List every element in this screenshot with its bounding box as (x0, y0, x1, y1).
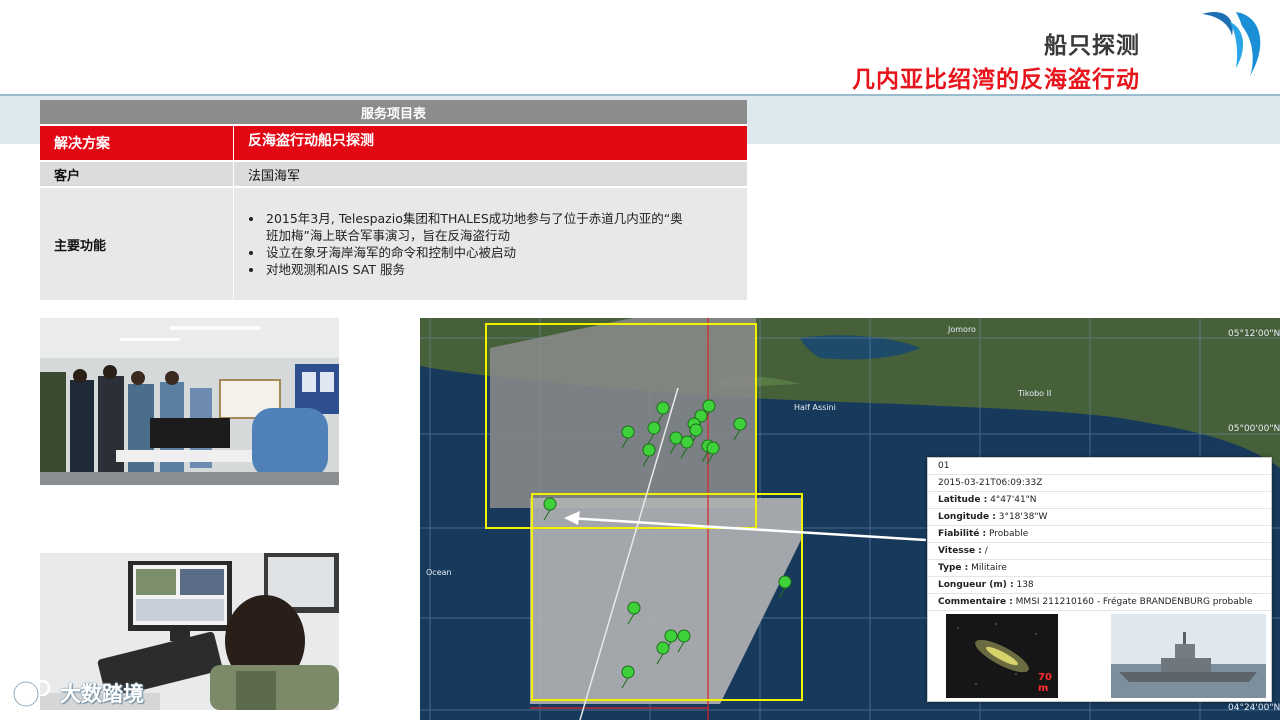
radar-image: 70 m (946, 614, 1058, 698)
watermark-text: 大数踏境 (60, 682, 144, 706)
frigate-photo (1111, 614, 1266, 698)
command-center-photo (40, 318, 339, 485)
table-row-solution: 解决方案 反海盗行动船只探测 (40, 126, 747, 162)
vessel-id: 01 (928, 458, 1271, 475)
list-item: 2015年3月, Telespazio集团和THALES成功地参与了位于赤道几内… (264, 210, 683, 244)
row-value: 反海盗行动船只探测 (248, 133, 374, 149)
row-label: 主要功能 (40, 188, 234, 300)
service-table: 服务项目表 解决方案 反海盗行动船只探测 客户 法国海军 主要功能 2015年3… (40, 100, 747, 302)
vessel-longitude: Longitude : 3°18'38"W (928, 509, 1271, 526)
lat-label-top: 05°12'00"N (1228, 329, 1280, 339)
list-item: 设立在象牙海岸海军的命令和控制中心被启动 (264, 244, 683, 261)
place-label-ocean: Ocean (426, 568, 452, 577)
function-list: 2015年3月, Telespazio集团和THALES成功地参与了位于赤道几内… (248, 210, 683, 278)
vessel-comment: Commentaire : MMSI 211210160 - Frégate B… (928, 594, 1271, 611)
row-label: 解决方案 (40, 126, 234, 160)
row-value: 法国海军 (248, 168, 301, 184)
header-divider (0, 94, 1280, 96)
vessel-type: Type : Militaire (928, 560, 1271, 577)
vessel-timestamp: 2015-03-21T06:09:33Z (928, 475, 1271, 492)
table-row-functions: 主要功能 2015年3月, Telespazio集团和THALES成功地参与了位… (40, 188, 747, 302)
table-row-customer: 客户 法国海军 (40, 162, 747, 188)
row-value: 2015年3月, Telespazio集团和THALES成功地参与了位于赤道几内… (234, 188, 747, 300)
scale-label: 70 m (1038, 672, 1052, 694)
lat-label-mid: 05°00'00"N (1228, 424, 1280, 434)
vessel-latitude: Latitude : 4°47'41"N (928, 492, 1271, 509)
place-label-tikobo: Tikobo II (1017, 389, 1051, 398)
place-label-half-assini: Half Assini (794, 403, 836, 412)
vessel-speed: Vitesse : / (928, 543, 1271, 560)
brand-logo-icon (1202, 12, 1261, 76)
vessel-reliability: Fiabilité : Probable (928, 526, 1271, 543)
vessel-info-panel: 01 2015-03-21T06:09:33Z Latitude : 4°47'… (927, 457, 1272, 702)
table-heading: 服务项目表 (40, 100, 747, 126)
lat-label-bottom: 04°24'00"N (1228, 703, 1280, 713)
list-item: 对地观测和AIS SAT 服务 (264, 261, 683, 278)
row-label: 客户 (40, 162, 234, 186)
vessel-length: Longueur (m) : 138 (928, 577, 1271, 594)
page-title: 船只探测 (1044, 33, 1140, 59)
place-label-jomoro: Jomoro (947, 325, 976, 334)
page-subtitle: 几内亚比绍湾的反海盗行动 (852, 67, 1140, 93)
